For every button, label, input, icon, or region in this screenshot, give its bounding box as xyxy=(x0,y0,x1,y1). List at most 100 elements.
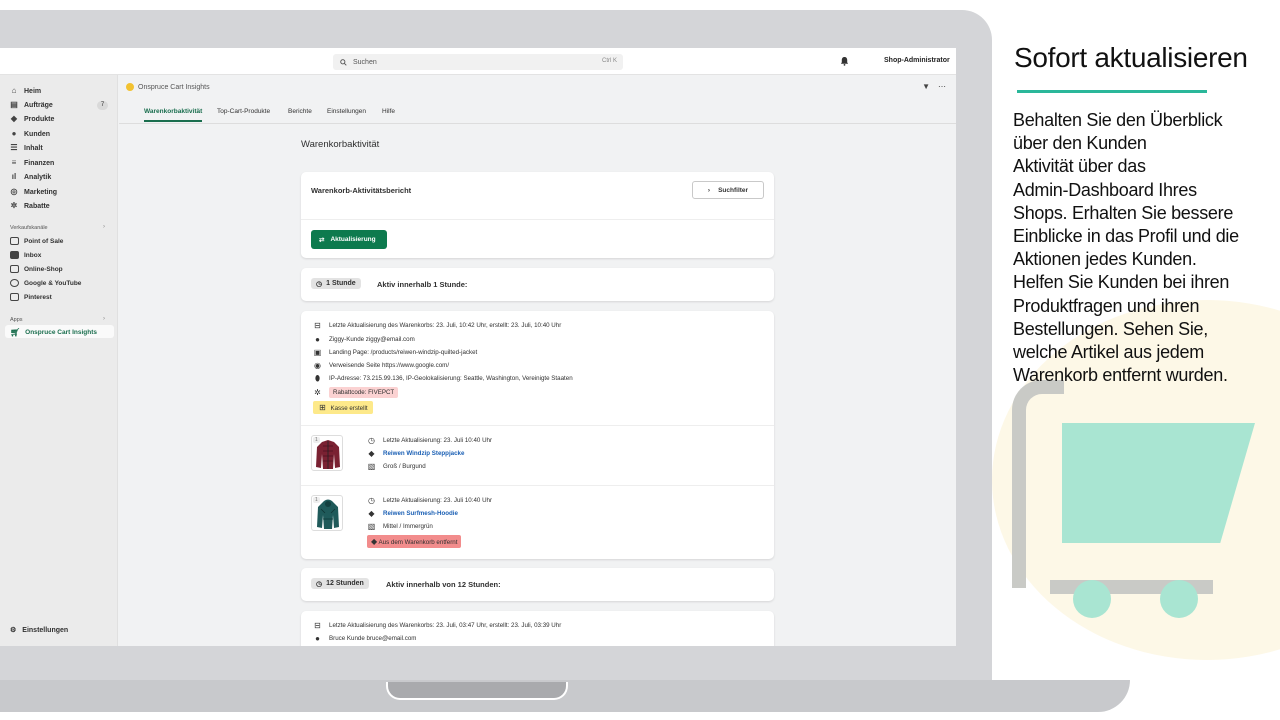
description-line: Admin-Dashboard Ihres xyxy=(1013,179,1197,200)
person-icon: ● xyxy=(315,335,320,344)
tab-help[interactable]: Hilfe xyxy=(382,108,395,115)
cart-card: ⊟ Letzte Aktualisierung des Warenkorbs: 2… xyxy=(301,611,774,646)
app-header: Onspruce Cart Insights ▼ ⋯ Warenkorbaktiv… xyxy=(119,75,956,124)
tab-cart-activity[interactable]: Warenkorbaktivität xyxy=(144,108,202,115)
description-line: Helfen Sie Kunden bei ihren xyxy=(1013,272,1230,293)
sidebar-item-orders[interactable]: ▤ Aufträge xyxy=(10,101,53,109)
checkout-text: Kasse erstellt xyxy=(330,405,368,412)
sidebar-item-label: Marketing xyxy=(24,188,58,196)
person-icon: ● xyxy=(11,129,17,138)
tag-icon: ◆ xyxy=(368,449,375,458)
cart-checkout-status: ⊞ Kasse erstellt xyxy=(313,401,373,414)
sidebar-item-home[interactable]: ⌂ Heim xyxy=(10,86,42,95)
description-line: Behalten Sie den Überblick xyxy=(1013,110,1223,130)
app-actions: ▼ ⋯ xyxy=(922,82,946,91)
orders-count-badge: 7 xyxy=(97,101,108,110)
sidebar-item-inbox[interactable]: Inbox xyxy=(10,251,41,259)
sidebar-item-cart-insights[interactable]: 🛒︎ Onspruce Cart Insights xyxy=(10,328,97,337)
sidebar-item-label: Produkte xyxy=(24,115,55,123)
inbox-icon xyxy=(10,251,19,259)
sidebar-item-label: Inbox xyxy=(24,251,42,259)
bell-icon[interactable] xyxy=(840,56,849,66)
top-bar: Suchen Ctrl K Shop-Administrator xyxy=(0,48,956,75)
sidebar-item-point-of-sale[interactable]: Point of Sale xyxy=(10,237,63,245)
sidebar-item-label: Inhalt xyxy=(24,144,43,152)
admin-menu[interactable]: Shop-Administrator xyxy=(884,57,950,64)
sidebar-item-google-youtube[interactable]: Google & YouTube xyxy=(10,279,81,287)
cart-landing-page: ▣ Landing Page: /products/reiwen-windzip-… xyxy=(313,348,478,357)
cart-customer-text: Bruce Kunde bruce@email.com xyxy=(329,635,417,642)
orders-icon: ▤ xyxy=(10,100,18,109)
sidebar-item-label: Pinterest xyxy=(24,293,52,301)
description-line: Aktivität über das xyxy=(1013,156,1146,177)
tab-reports[interactable]: Berichte xyxy=(288,108,312,115)
sidebar-item-finances[interactable]: ≡ Finanzen xyxy=(10,158,55,167)
sidebar-item-label: Rabatte xyxy=(24,202,50,210)
tab-settings[interactable]: Einstellungen xyxy=(327,108,366,115)
tag-icon: ◆ xyxy=(368,509,375,518)
chevron-right-icon: › xyxy=(707,186,711,194)
product-updated-text: Letzte Aktualisierung: 23. Juli 10:40 Uh… xyxy=(383,437,493,444)
sidebar-item-online-store[interactable]: Online-Shop xyxy=(10,265,63,273)
cart-last-update-text: Letzte Aktualisierung des Warenkorbs: 23… xyxy=(329,322,562,329)
product-name[interactable]: ◆ Reiwen Windzip Steppjacke xyxy=(367,449,464,458)
cart-illustration-wheel xyxy=(1073,580,1111,618)
refresh-icon: ⇄ xyxy=(319,236,325,244)
sidebar-item-pinterest[interactable]: Pinterest xyxy=(10,293,52,301)
discount-icon: ✲ xyxy=(314,388,321,397)
search-input[interactable]: Suchen Ctrl K xyxy=(333,54,623,70)
home-icon: ⌂ xyxy=(11,86,17,95)
sidebar-item-marketing[interactable]: ◎ Marketing xyxy=(10,188,58,196)
sidebar-item-discounts[interactable]: ✲ Rabatte xyxy=(10,202,50,210)
product-name[interactable]: ◆ Reiwen Surfmesh-Hoodie xyxy=(367,509,458,518)
product-updated: ◷ Letzte Aktualisierung: 23. Juli 10:40 U… xyxy=(367,436,492,445)
product-variant-text: Mittel / Immergrün xyxy=(383,523,433,530)
search-placeholder: Suchen xyxy=(353,58,377,66)
sidebar-item-label: Einstellungen xyxy=(22,626,69,634)
refresh-button[interactable]: ⇄ Aktualisierung xyxy=(311,230,387,249)
divider xyxy=(301,219,774,220)
removed-highlight: ◆ Aus dem Warenkorb entfernt xyxy=(367,535,462,548)
sidebar-item-settings[interactable]: ⚙ Einstellungen xyxy=(10,626,69,635)
tab-top-cart-products[interactable]: Top-Cart-Produkte xyxy=(217,108,270,115)
product-variant-text: Groß / Burgund xyxy=(383,463,426,470)
cart-customer: ● Bruce Kunde bruce@email.com xyxy=(313,634,416,643)
checkout-highlight: ⊞ Kasse erstellt xyxy=(313,401,373,414)
tag-icon: ◆ xyxy=(10,114,18,123)
sidebar-item-content[interactable]: ☰ Inhalt xyxy=(10,144,43,152)
laptop-notch xyxy=(386,682,568,700)
pin-icon[interactable]: ▼ xyxy=(922,82,930,91)
time-chip: ◷ 12 Stunden xyxy=(311,578,369,589)
sidebar-item-label: Online-Shop xyxy=(24,265,63,273)
marketing-title: Sofort aktualisieren xyxy=(1014,42,1248,73)
chevron-right-icon[interactable]: › xyxy=(103,316,105,322)
chevron-right-icon[interactable]: › xyxy=(103,224,105,230)
bar-chart-icon: ıl xyxy=(11,172,17,181)
sidebar: ⌂ Heim ▤ Aufträge 7 ◆ Produkte ● Kunden ☰ Inh… xyxy=(0,75,118,646)
product-removed-status: ◆ Aus dem Warenkorb entfernt xyxy=(367,535,462,548)
hoodie-image xyxy=(317,499,339,529)
cart-referrer: ◉ Verweisende Seite https://www.google.co… xyxy=(313,361,449,370)
variant-icon: ▧ xyxy=(367,462,376,471)
product-link[interactable]: Reiwen Windzip Steppjacke xyxy=(383,450,464,457)
app-title-text: Onspruce Cart Insights xyxy=(138,83,210,91)
marketing-description: Behalten Sie den Überblick über den Kund… xyxy=(1013,109,1263,387)
sidebar-item-products[interactable]: ◆ Produkte xyxy=(10,115,54,123)
sidebar-item-analytics[interactable]: ıl Analytik xyxy=(10,173,51,181)
jacket-image xyxy=(316,440,340,469)
product-link[interactable]: Reiwen Surfmesh-Hoodie xyxy=(383,510,458,517)
product-updated: ◷ Letzte Aktualisierung: 23. Juli 10:40 U… xyxy=(367,496,492,505)
sidebar-item-label: Kunden xyxy=(24,130,51,138)
bank-icon: ≡ xyxy=(11,158,17,167)
cart-icon: 🛒︎ xyxy=(10,328,21,337)
product-thumbnail[interactable]: 1 xyxy=(311,435,343,471)
cart-customer: ● Ziggy-Kunde ziggy@email.com xyxy=(313,335,415,344)
location-pin-icon: ⬮ xyxy=(314,374,321,383)
clock-icon: ◷ xyxy=(368,436,375,445)
more-icon[interactable]: ⋯ xyxy=(938,82,946,91)
product-thumbnail[interactable]: 1 xyxy=(311,495,343,531)
divider xyxy=(301,485,774,486)
sidebar-item-customers[interactable]: ● Kunden xyxy=(10,130,50,138)
cart-card: ⊟ Letzte Aktualisierung des Warenkorbs: 2… xyxy=(301,311,774,559)
search-filter-button[interactable]: › Suchfilter xyxy=(692,181,764,199)
